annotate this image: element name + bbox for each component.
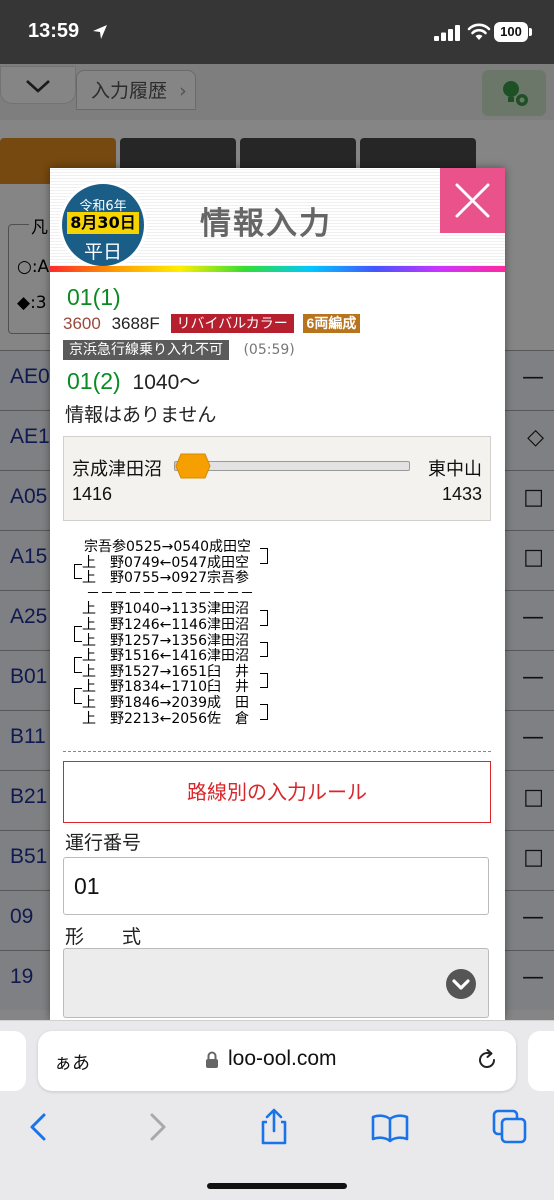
date-type: 平日 [83,241,122,263]
browser-toolbar: ぁあ loo-ool.com [0,1020,554,1200]
diagram-bracket [260,672,268,689]
next-run: 01(2) 1040〜 [67,366,200,396]
diagram-line: 上 野1257→1356津田沼 [82,632,249,649]
livery-tag: リバイバルカラー [170,314,294,333]
to-station: 東中山 [428,459,482,480]
vehicle-info: 3600 3688F リバイバルカラー 6両編成 [63,314,361,334]
diagram-line: 上 野2213←2056佐 倉 [82,710,249,727]
vehicle-series: 3600 [63,314,101,333]
address-bar[interactable]: ぁあ loo-ool.com [38,1031,516,1091]
from-station: 京成津田沼 [72,459,162,480]
run-id: 01(1) [67,284,121,310]
forward-icon[interactable] [138,1107,178,1147]
page-settings-button[interactable]: ぁあ [54,1049,90,1075]
next-run-time: 1040〜 [132,371,201,394]
from-time: 1416 [72,484,113,504]
next-run-id: 01(2) [67,368,121,394]
section-range-box: 京成津田沼 東中山 1416 1433 [63,436,491,521]
status-time: 13:59 [28,20,80,42]
url-text: loo-ool.com [228,1047,337,1070]
modal-header: 令和6年 8月30日 平日 情報入力 [50,168,505,269]
modal-body: 01(1) 3600 3688F リバイバルカラー 6両編成 京浜急行線乗り入れ… [50,272,505,1020]
prev-tab-peek[interactable] [0,1031,26,1091]
cars-tag: 6両編成 [302,314,361,333]
diagram-bracket [260,548,268,564]
date-badge: 令和6年 8月30日 平日 [59,181,147,269]
diagram-bracket [260,641,268,658]
cellular-signal-icon [434,25,460,41]
diagram-bracket [74,563,82,580]
restriction-tag: 京浜急行線乗り入れ不可 [63,340,229,360]
route-rules-button[interactable]: 路線別の入力ルール [63,761,491,823]
diagram-line: 上 野1040→1135津田沼 [82,601,249,618]
restriction-info: 京浜急行線乗り入れ不可 (05:59) [63,340,295,360]
close-button[interactable] [440,168,505,233]
diagram-line: 上 野0749←0547成田空 [82,554,249,571]
operation-diagram: 宗吾参0525→0540成田空上 野0749←0547成田空上 野0755→09… [72,539,332,740]
diagram-line: 上 野1834←1710臼 井 [82,679,249,696]
diagram-bracket [74,657,82,673]
close-icon [455,183,490,218]
diagram-line: 上 野1516←1416津田沼 [82,648,249,665]
status-bar: 13:59 100 [0,0,554,64]
run-number-input[interactable]: 01 [63,857,489,915]
location-arrow-icon [93,25,107,39]
to-time: 1433 [441,484,482,504]
diagram-separator: －－－－－－－－－－－－ [86,585,254,602]
battery-level: 100 [494,22,528,42]
no-info-message: 情報はありません [65,404,217,426]
diagram-bracket [74,688,82,704]
diagram-line: 上 野0755→0927宗吾参 [82,570,249,587]
chevron-down-circle-icon [446,969,476,999]
type-label: 形 式 [65,926,142,948]
share-icon[interactable] [254,1107,294,1147]
bookmarks-icon[interactable] [370,1107,410,1147]
tabs-icon[interactable] [490,1107,530,1147]
wifi-icon [467,23,491,40]
diagram-bracket [74,626,82,642]
diagram-line: 上 野1527→1651臼 井 [82,663,249,680]
info-input-modal: 令和6年 8月30日 平日 情報入力 01(1) 3600 3688F リバイバ… [50,168,505,1020]
formation-number: 3688F [111,314,160,333]
reload-icon[interactable] [475,1048,499,1072]
back-icon[interactable] [18,1107,58,1147]
battery-icon: 100 [494,20,532,44]
type-select[interactable] [63,948,489,1018]
slider-thumb[interactable] [175,453,211,479]
diagram-line: 宗吾参0525→0540成田空 [84,539,251,555]
home-indicator [207,1183,347,1189]
diagram-bracket [260,704,268,720]
modal-title: 情報入力 [200,206,332,242]
dashed-divider [63,751,491,752]
diagram-bracket [260,610,268,626]
next-tab-peek[interactable] [528,1031,554,1091]
diagram-line: 上 野1846→2039成 田 [82,695,249,711]
date-day: 8月30日 [67,212,139,234]
lock-icon [206,1051,218,1068]
restriction-time: (05:59) [243,342,295,358]
diagram-line: 上 野1246←1146津田沼 [82,617,249,633]
run-number-label: 運行番号 [65,832,142,854]
